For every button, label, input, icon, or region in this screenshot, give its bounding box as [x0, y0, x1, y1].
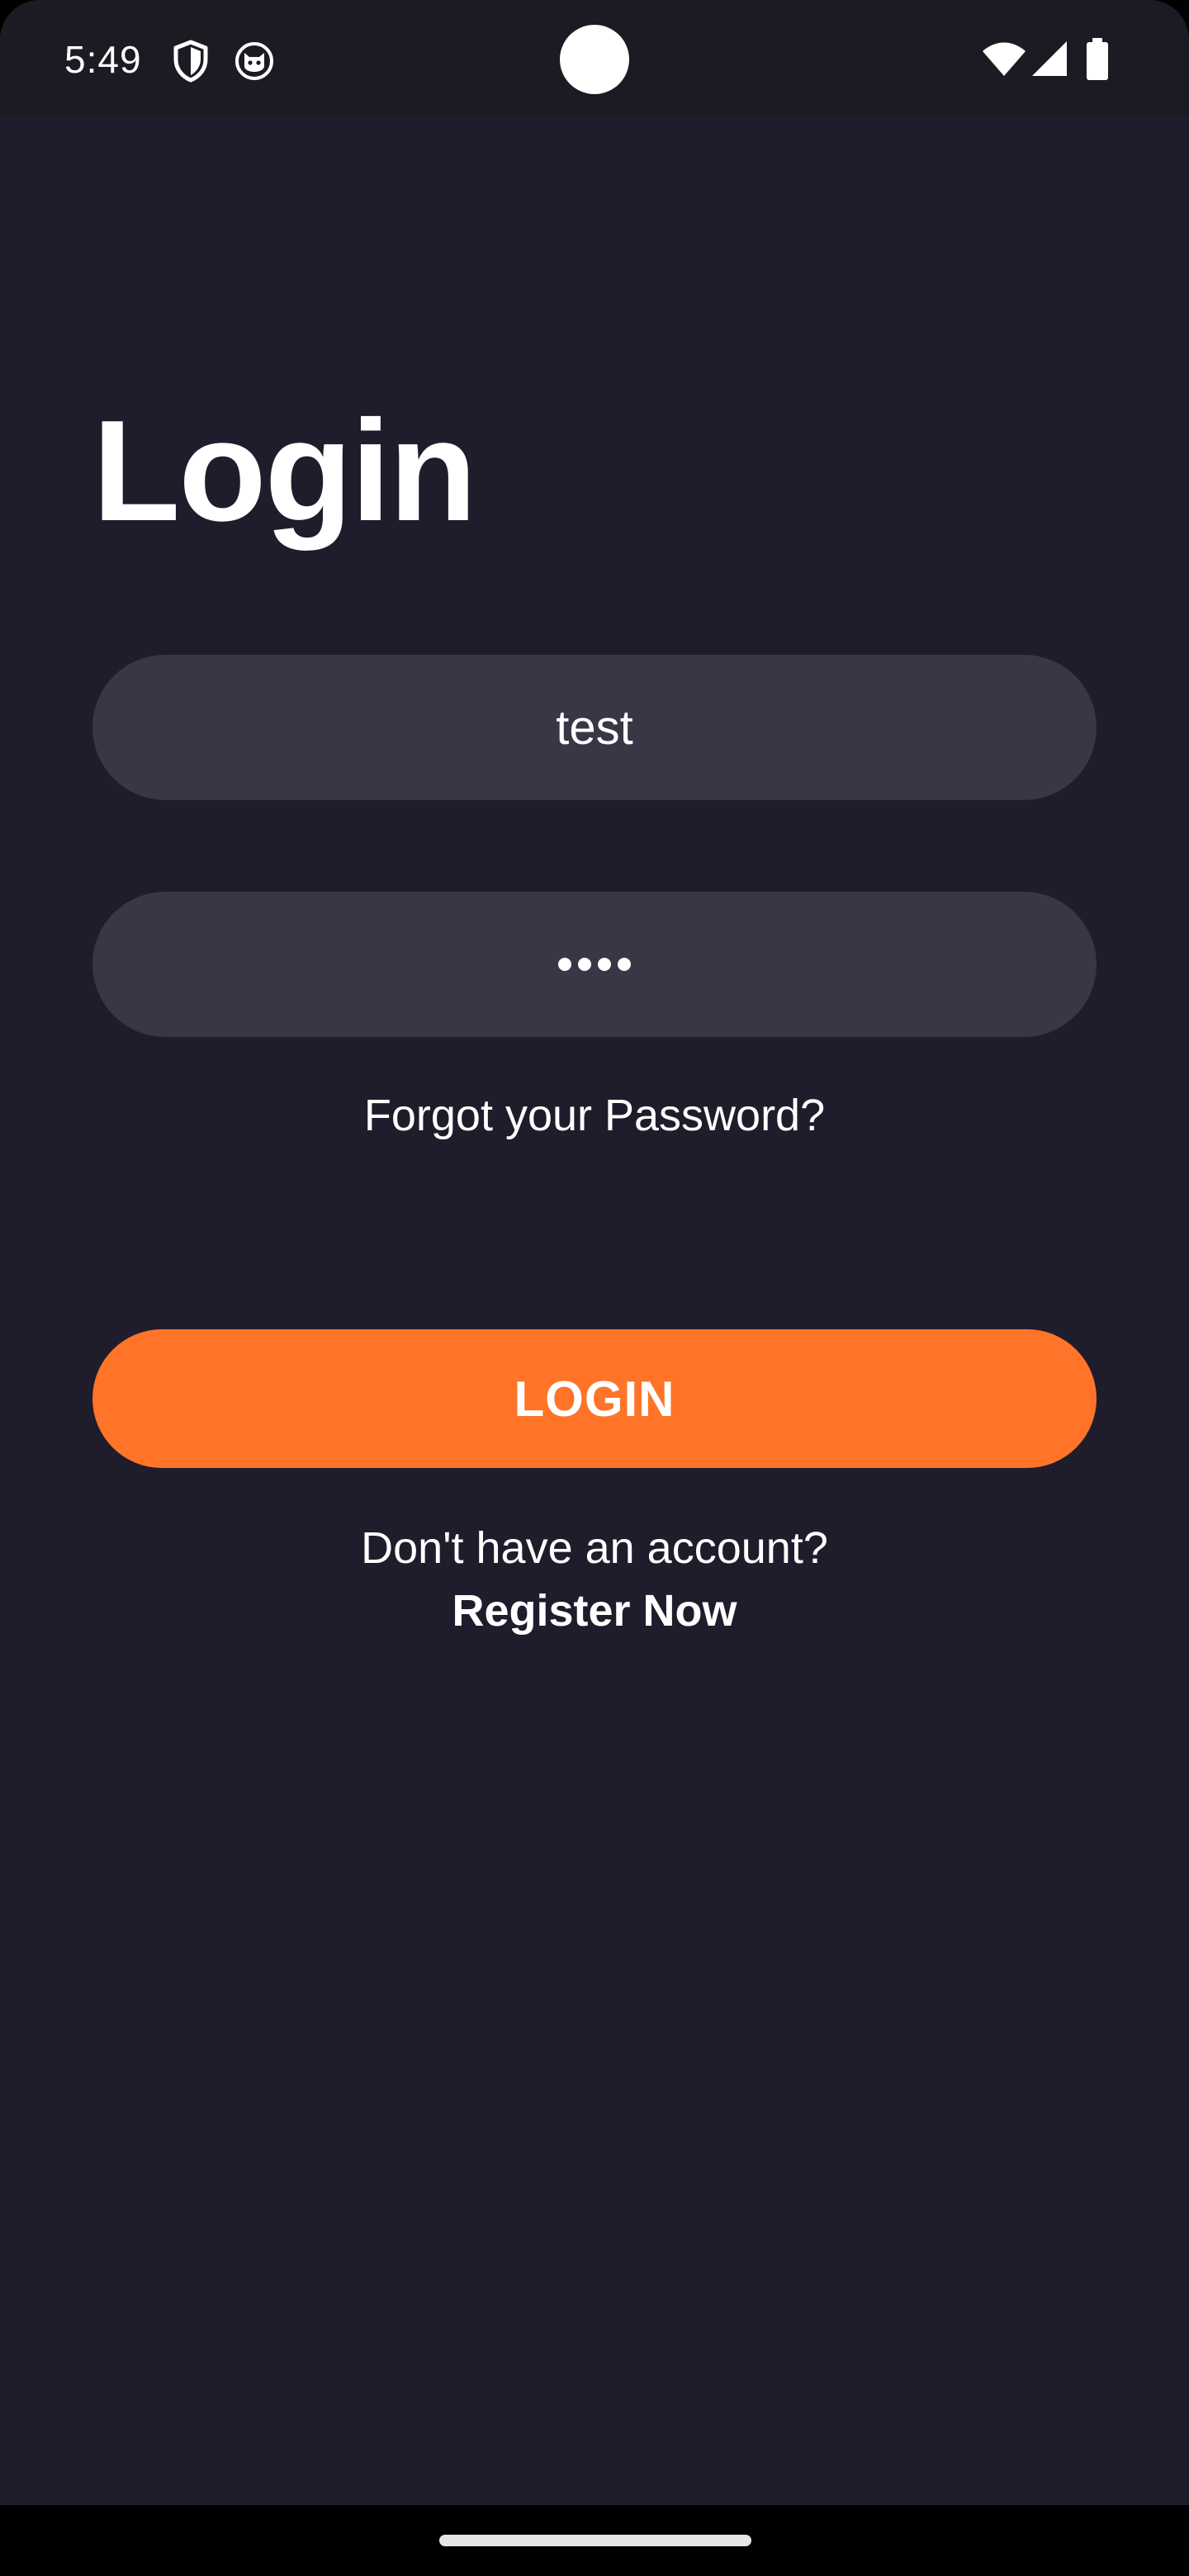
- battery-icon: [1087, 38, 1108, 80]
- no-account-text: Don't have an account?: [361, 1523, 828, 1573]
- shield-icon: [173, 40, 208, 83]
- login-screen: 5:49 Login Forgot your Pas: [0, 0, 1189, 2576]
- status-bar: 5:49: [0, 0, 1189, 117]
- navigation-bar: [0, 2505, 1189, 2576]
- signal-icon: [1032, 41, 1067, 76]
- cat-icon: [235, 42, 273, 80]
- login-button[interactable]: LOGIN: [92, 1329, 1097, 1468]
- home-gesture-handle[interactable]: [439, 2535, 751, 2546]
- username-field[interactable]: [92, 655, 1097, 800]
- password-field[interactable]: [92, 892, 1097, 1037]
- status-time: 5:49: [64, 38, 142, 81]
- register-now-link[interactable]: Register Now: [0, 1582, 1189, 1640]
- page-title: Login: [92, 390, 476, 551]
- camera-cutout: [560, 25, 629, 94]
- forgot-password-link[interactable]: Forgot your Password?: [0, 1087, 1189, 1144]
- wifi-icon: [983, 42, 1026, 76]
